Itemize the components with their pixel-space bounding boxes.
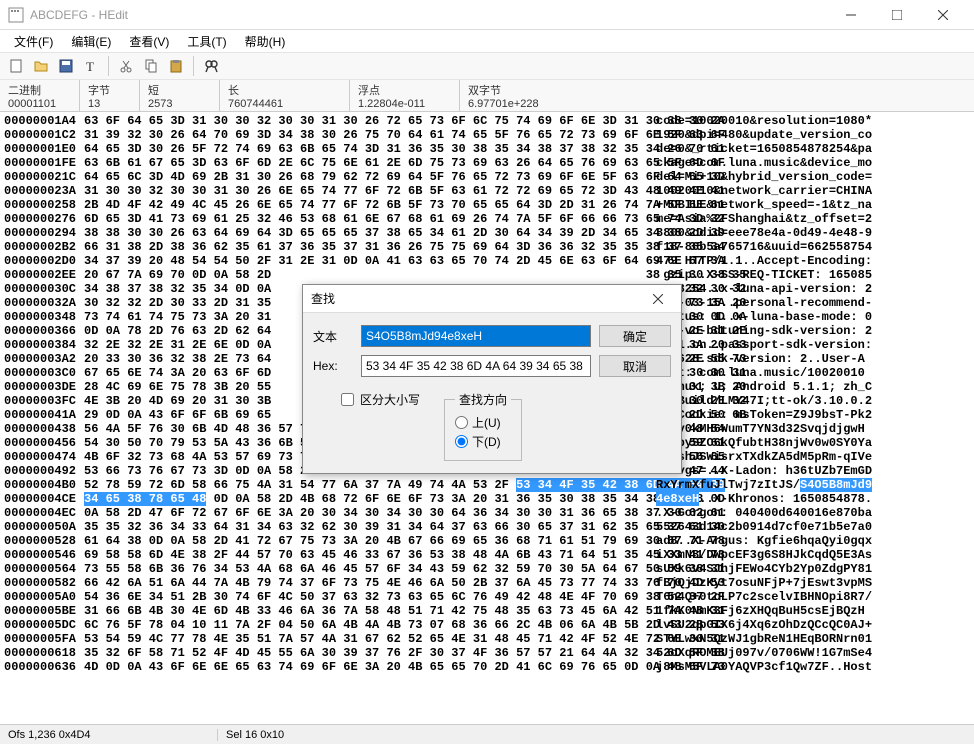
- hex-row[interactable]: 000000056473 55 58 6B 36 76 34 53 4A 68 …: [4, 562, 970, 576]
- status-bar: Ofs 1,236 0x4D4 Sel 16 0x10: [0, 724, 974, 744]
- hex-row[interactable]: 00000002EE20 67 7A 69 70 0D 0A 58 2D 38 …: [4, 268, 970, 282]
- double-label: 双字节: [468, 82, 572, 98]
- direction-group: 查找方向 上(U) 下(D): [444, 391, 522, 461]
- long-value: 760744461: [228, 98, 341, 110]
- new-button[interactable]: [4, 54, 28, 78]
- ok-button[interactable]: 确定: [599, 325, 671, 347]
- find-button[interactable]: [199, 54, 223, 78]
- menu-file[interactable]: 文件(F): [6, 31, 61, 52]
- hex-row[interactable]: 00000004EC0A 58 2D 47 6F 72 67 6F 6E 3A …: [4, 506, 970, 520]
- open-button[interactable]: [29, 54, 53, 78]
- text-label: 文本: [313, 328, 353, 345]
- status-selection: Sel 16 0x10: [218, 729, 974, 741]
- app-icon: [8, 7, 24, 23]
- hex-row[interactable]: 000000029438 38 30 30 26 63 64 69 64 3D …: [4, 226, 970, 240]
- toolbar: T: [0, 52, 974, 80]
- find-text-input[interactable]: [361, 325, 591, 347]
- hex-row[interactable]: 00000005DC6C 76 5F 78 04 10 11 7A 2F 04 …: [4, 618, 970, 632]
- hex-row[interactable]: 000000058266 42 6A 51 6A 44 7A 4B 79 74 …: [4, 576, 970, 590]
- hex-row[interactable]: 00000002B266 31 38 2D 38 36 62 35 61 37 …: [4, 240, 970, 254]
- byte-value: 13: [88, 98, 131, 110]
- byte-label: 字节: [88, 82, 131, 98]
- hex-row[interactable]: 000000023A31 30 30 32 30 30 31 30 26 6E …: [4, 184, 970, 198]
- hex-row[interactable]: 00000001FE63 6B 61 67 65 3D 63 6F 6D 2E …: [4, 156, 970, 170]
- binary-value: 00001101: [8, 98, 71, 110]
- hex-row[interactable]: 00000004B052 78 59 72 6D 58 66 75 4A 31 …: [4, 478, 970, 492]
- separator: [193, 56, 194, 76]
- hex-row[interactable]: 000000021C64 65 6C 3D 4D 69 2B 31 30 26 …: [4, 170, 970, 184]
- close-button[interactable]: [920, 0, 966, 30]
- menu-edit[interactable]: 编辑(E): [63, 31, 119, 52]
- find-dialog: 查找 文本 确定 Hex: 取消 区分大小写 查找方向 上(U) 下(D): [302, 284, 682, 474]
- menu-tools[interactable]: 工具(T): [179, 31, 234, 52]
- window-title: ABCDEFG - HEdit: [30, 8, 828, 22]
- hex-row[interactable]: 00000001E064 65 3D 30 26 5F 72 74 69 63 …: [4, 142, 970, 156]
- up-radio[interactable]: 上(U): [455, 414, 511, 431]
- float-label: 浮点: [358, 82, 451, 98]
- float-value: 1.22804e-011: [358, 98, 451, 110]
- hex-row[interactable]: 00000002766D 65 3D 41 73 69 61 25 32 46 …: [4, 212, 970, 226]
- paste-button[interactable]: [164, 54, 188, 78]
- hex-row[interactable]: 000000054669 58 58 6D 4E 38 2F 44 57 70 …: [4, 548, 970, 562]
- copy-button[interactable]: [139, 54, 163, 78]
- menubar: 文件(F) 编辑(E) 查看(V) 工具(T) 帮助(H): [0, 30, 974, 52]
- double-value: 6.97701e+228: [468, 98, 572, 110]
- find-hex-input[interactable]: [361, 355, 591, 377]
- save-button[interactable]: [54, 54, 78, 78]
- menu-help[interactable]: 帮助(H): [237, 31, 294, 52]
- hex-row[interactable]: 00000005BE31 66 6B 4B 30 4E 6D 4B 33 46 …: [4, 604, 970, 618]
- hex-row[interactable]: 000000061835 32 6F 58 71 52 4F 4D 45 55 …: [4, 646, 970, 660]
- hex-row[interactable]: 000000052861 64 38 0D 0A 58 2D 41 72 67 …: [4, 534, 970, 548]
- hex-row[interactable]: 00000005FA53 54 59 4C 77 78 4E 35 51 7A …: [4, 632, 970, 646]
- down-radio[interactable]: 下(D): [455, 433, 511, 450]
- text-button[interactable]: T: [79, 54, 103, 78]
- separator: [108, 56, 109, 76]
- binary-label: 二进制: [8, 82, 71, 98]
- short-label: 短: [148, 82, 211, 98]
- hex-label: Hex:: [313, 359, 353, 373]
- hex-row[interactable]: 000000050A35 35 32 36 34 33 64 31 34 63 …: [4, 520, 970, 534]
- maximize-button[interactable]: [874, 0, 920, 30]
- hex-row[interactable]: 00000004CE34 65 38 78 65 48 0D 0A 58 2D …: [4, 492, 970, 506]
- hex-row[interactable]: 00000001A463 6F 64 65 3D 31 30 30 32 30 …: [4, 114, 970, 128]
- dialog-close-button[interactable]: [643, 285, 673, 313]
- info-bar: 二进制00001101 字节13 短2573 长760744461 浮点1.22…: [0, 80, 974, 112]
- dialog-title: 查找: [311, 290, 643, 307]
- cut-button[interactable]: [114, 54, 138, 78]
- case-checkbox[interactable]: 区分大小写: [341, 391, 420, 408]
- short-value: 2573: [148, 98, 211, 110]
- status-offset: Ofs 1,236 0x4D4: [0, 729, 218, 741]
- hex-row[interactable]: 00000005A054 36 6E 34 51 2B 30 74 6F 4C …: [4, 590, 970, 604]
- hex-row[interactable]: 00000001C231 39 32 30 26 64 70 69 3D 34 …: [4, 128, 970, 142]
- cancel-button[interactable]: 取消: [599, 355, 671, 377]
- hex-row[interactable]: 00000002D034 37 39 20 48 54 54 50 2F 31 …: [4, 254, 970, 268]
- hex-row[interactable]: 00000006364D 0D 0A 43 6F 6E 6E 65 63 74 …: [4, 660, 970, 674]
- titlebar: ABCDEFG - HEdit: [0, 0, 974, 30]
- menu-view[interactable]: 查看(V): [121, 31, 177, 52]
- minimize-button[interactable]: [828, 0, 874, 30]
- hex-row[interactable]: 00000002582B 4D 4F 42 49 4C 45 26 6E 65 …: [4, 198, 970, 212]
- long-label: 长: [228, 82, 341, 98]
- svg-text:T: T: [86, 59, 94, 74]
